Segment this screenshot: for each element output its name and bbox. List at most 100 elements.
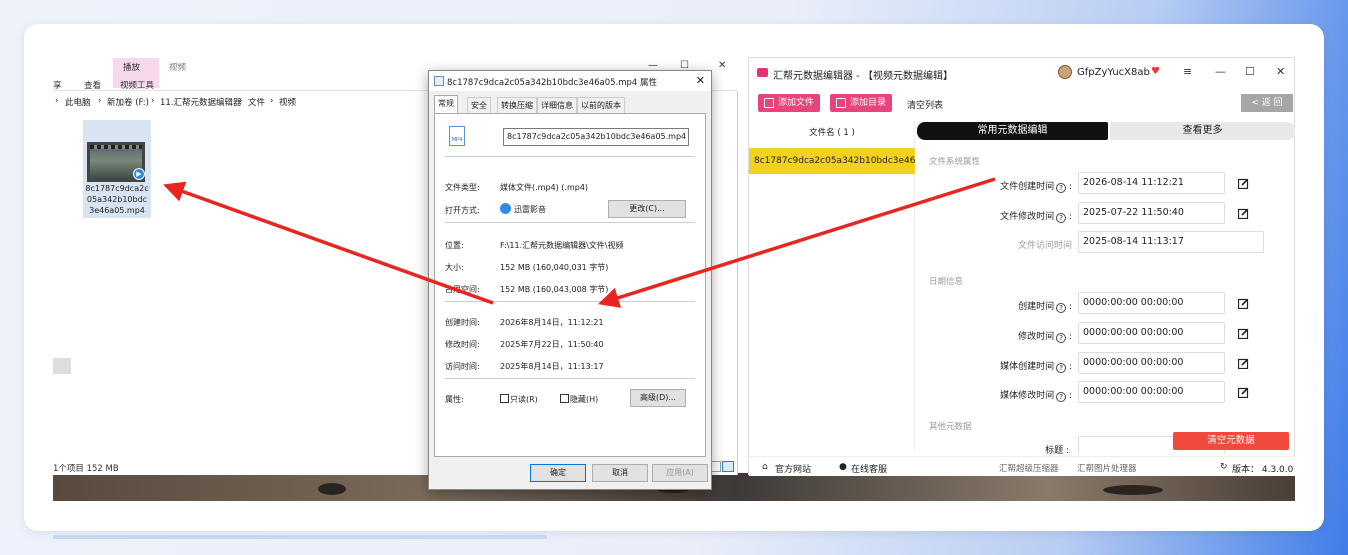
app-title: 汇帮元数据编辑器 - 【视频元数据编辑】 bbox=[773, 71, 953, 82]
breadcrumb-files[interactable]: 文件 bbox=[248, 96, 265, 108]
view-switcher bbox=[708, 461, 736, 473]
tab-video-tools[interactable]: 视频工具 bbox=[120, 79, 154, 91]
menu-icon[interactable]: ≡ bbox=[1183, 65, 1192, 78]
tab-security[interactable]: 安全 bbox=[467, 97, 491, 113]
nav-pane-stub bbox=[53, 358, 71, 374]
dialog-close-icon[interactable]: ✕ bbox=[696, 74, 705, 87]
created-label: 创建时间: bbox=[445, 318, 480, 327]
file-list-header: 文件名 ( 1 ) bbox=[809, 128, 855, 138]
back-button[interactable]: < 返 回 bbox=[1241, 94, 1293, 112]
media-modified-input[interactable]: 0000:00:00 00:00:00 bbox=[1078, 381, 1225, 403]
tab-details[interactable]: 详细信息 bbox=[537, 97, 577, 113]
add-folder-label: 添加目录 bbox=[850, 98, 887, 108]
divider bbox=[445, 156, 695, 157]
help-icon[interactable]: ? bbox=[1056, 333, 1067, 343]
media-created-label: 媒体创建时间? : bbox=[1000, 362, 1072, 373]
close-icon[interactable]: ✕ bbox=[1276, 65, 1285, 78]
edit-icon[interactable] bbox=[1238, 178, 1249, 189]
app-footer: ⌂ 官方网站 ● 在线客服 汇帮超级压缩器 汇帮图片处理器 ↻ 版本： 4.3.… bbox=[749, 456, 1295, 476]
advanced-button[interactable]: 高级(D)... bbox=[630, 389, 686, 407]
hidden-checkbox[interactable]: 隐藏(H) bbox=[560, 394, 598, 405]
change-button[interactable]: 更改(C)... bbox=[608, 200, 686, 218]
modified-label: 修改时间: bbox=[445, 340, 480, 349]
status-bar: 1个项目 152 MB bbox=[53, 464, 119, 474]
cancel-button[interactable]: 取消 bbox=[592, 464, 648, 482]
add-file-label: 添加文件 bbox=[778, 98, 815, 108]
help-icon[interactable]: ? bbox=[1056, 363, 1067, 373]
breadcrumb-this-pc[interactable]: 此电脑 bbox=[65, 96, 91, 108]
avatar[interactable] bbox=[1058, 65, 1072, 79]
username[interactable]: GfpZyYucX8ab bbox=[1077, 67, 1150, 78]
website-link[interactable]: 官方网站 bbox=[775, 462, 811, 475]
scroll-indicator bbox=[53, 535, 547, 539]
fs-modified-text: 文件修改时间 bbox=[1000, 212, 1055, 222]
add-folder-button[interactable]: 添加目录 bbox=[830, 94, 893, 112]
media-modified-text: 媒体修改时间 bbox=[1000, 391, 1055, 401]
edit-icon[interactable] bbox=[1238, 358, 1249, 369]
tab-share[interactable]: 享 bbox=[53, 79, 62, 91]
breadcrumb-sep-icon: › bbox=[98, 96, 102, 106]
breadcrumb-app-folder[interactable]: 11.汇帮元数据编辑器 bbox=[160, 96, 242, 108]
vip-heart-icon[interactable]: ♥ bbox=[1151, 66, 1160, 77]
divider bbox=[445, 301, 695, 302]
tab-general[interactable]: 常规 bbox=[434, 95, 458, 113]
breadcrumb-videos[interactable]: 视频 bbox=[279, 96, 296, 108]
tab-view[interactable]: 查看 bbox=[84, 79, 101, 91]
date-modified-text: 修改时间 bbox=[1018, 332, 1055, 342]
large-icons-view-icon[interactable] bbox=[722, 461, 734, 472]
support-link[interactable]: 在线客服 bbox=[851, 462, 887, 475]
attributes-label: 属性: bbox=[445, 395, 464, 404]
size-value: 152 MB (160,040,031 字节) bbox=[500, 263, 609, 272]
file-icon bbox=[434, 76, 444, 86]
fs-created-text: 文件创建时间 bbox=[1000, 182, 1055, 192]
compressor-link[interactable]: 汇帮超级压缩器 bbox=[999, 462, 1059, 474]
tab-common-metadata[interactable]: 常用元数据编辑 bbox=[917, 122, 1108, 140]
fs-accessed-input: 2025-08-14 11:13:17 bbox=[1078, 231, 1264, 253]
clear-list-button[interactable]: 清空列表 bbox=[907, 98, 943, 111]
date-modified-input[interactable]: 0000:00:00 00:00:00 bbox=[1078, 322, 1225, 344]
tab-view-more[interactable]: 查看更多 bbox=[1110, 122, 1295, 140]
edit-icon[interactable] bbox=[1238, 298, 1249, 309]
disk-size-value: 152 MB (160,043,008 字节) bbox=[500, 285, 609, 294]
edit-icon[interactable] bbox=[1238, 328, 1249, 339]
edit-icon[interactable] bbox=[1238, 208, 1249, 219]
open-with-app-name: 迅雷影音 bbox=[514, 205, 546, 214]
help-icon[interactable]: ? bbox=[1056, 183, 1067, 193]
properties-dialog: 8c1787c9dca2c05a342b10bdc3e46a05.mp4 属性 … bbox=[428, 70, 712, 490]
list-item[interactable]: 8c1787c9dca2c05a342b10bdc3e46a05.mp4 bbox=[749, 148, 915, 174]
tab-video[interactable]: 视频 bbox=[169, 61, 186, 73]
readonly-checkbox[interactable]: 只读(R) bbox=[500, 394, 538, 405]
open-with-label: 打开方式: bbox=[445, 206, 480, 215]
media-created-input[interactable]: 0000:00:00 00:00:00 bbox=[1078, 352, 1225, 374]
edit-icon[interactable] bbox=[1238, 387, 1249, 398]
file-tile-name[interactable]: 8c1787c9dca2c05a342b10bdc3e46a05.mp4 bbox=[85, 183, 149, 216]
clear-metadata-button[interactable]: 清空元数据 bbox=[1173, 432, 1289, 450]
file-type-label: 文件类型: bbox=[445, 183, 480, 192]
modified-value: 2025年7月22日，11:50:40 bbox=[500, 340, 604, 349]
image-tool-link[interactable]: 汇帮图片处理器 bbox=[1077, 462, 1137, 474]
ok-button[interactable]: 确定 bbox=[530, 464, 586, 482]
help-icon[interactable]: ? bbox=[1056, 303, 1067, 313]
breadcrumb-sep-icon: › bbox=[270, 96, 274, 106]
maximize-icon[interactable]: ☐ bbox=[1245, 65, 1255, 78]
tab-convert[interactable]: 转换压缩 bbox=[497, 97, 537, 113]
editor-tabs: 常用元数据编辑 查看更多 bbox=[917, 122, 1295, 140]
minimize-icon[interactable]: — bbox=[1215, 65, 1226, 78]
add-file-button[interactable]: 添加文件 bbox=[758, 94, 821, 112]
fs-created-input[interactable]: 2026-08-14 11:12:21 bbox=[1078, 172, 1225, 194]
apply-button[interactable]: 应用(A) bbox=[652, 464, 708, 482]
disk-size-label: 占用空间: bbox=[445, 285, 480, 294]
date-created-input[interactable]: 0000:00:00 00:00:00 bbox=[1078, 292, 1225, 314]
tab-play[interactable]: 播放 bbox=[123, 61, 140, 73]
file-name-field[interactable]: 8c1787c9dca2c05a342b10bdc3e46a05.mp4 bbox=[503, 128, 689, 146]
help-icon[interactable]: ? bbox=[1056, 392, 1067, 402]
other-section-title: 其他元数据 bbox=[929, 422, 972, 432]
dialog-tabs: 常规 安全 转换压缩 详细信息 以前的版本 bbox=[434, 95, 706, 113]
refresh-icon[interactable]: ↻ bbox=[1220, 462, 1228, 472]
fs-modified-input[interactable]: 2025-07-22 11:50:40 bbox=[1078, 202, 1225, 224]
close-icon[interactable]: ✕ bbox=[718, 60, 726, 71]
breadcrumb-volume[interactable]: 新加卷 (F:) bbox=[107, 96, 149, 108]
tab-previous-versions[interactable]: 以前的版本 bbox=[577, 97, 625, 113]
mp4-file-icon: MP4 bbox=[449, 126, 465, 146]
help-icon[interactable]: ? bbox=[1056, 213, 1067, 223]
